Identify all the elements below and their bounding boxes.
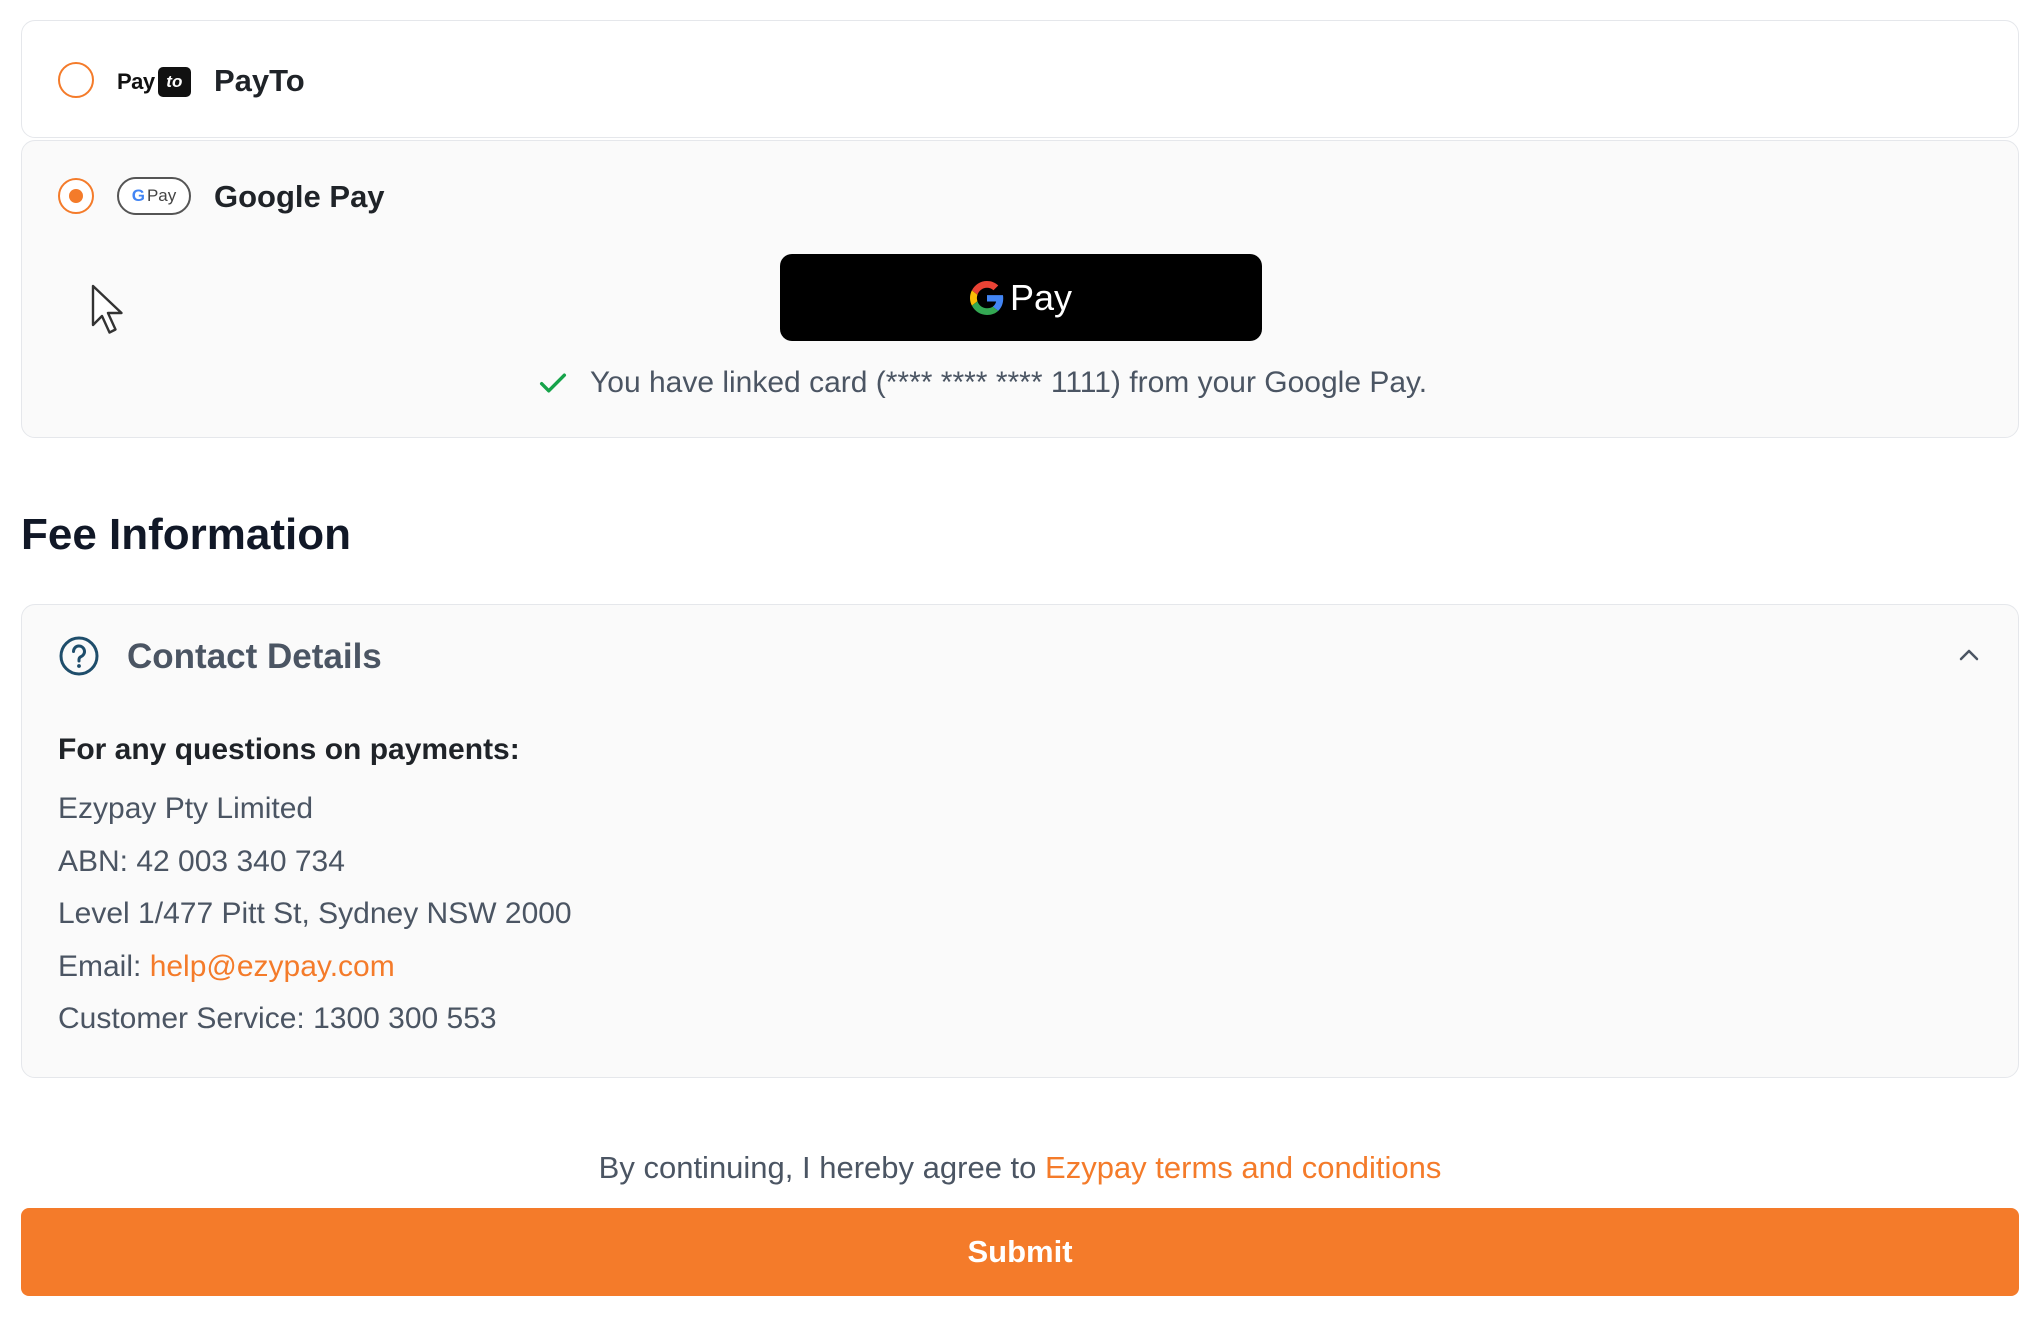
payto-logo-icon: Pay to (117, 65, 191, 99)
terms-link[interactable]: Ezypay terms and conditions (1045, 1150, 1441, 1185)
mouse-cursor-icon (91, 284, 123, 334)
company-address: Level 1/477 Pitt St, Sydney NSW 2000 (58, 897, 572, 930)
fee-information-title: Fee Information (21, 510, 352, 559)
google-pay-button[interactable]: Pay (780, 254, 1262, 341)
google-pay-logo-icon: G Pay (117, 177, 191, 215)
terms-agreement: By continuing, I hereby agree to Ezypay … (0, 1150, 2040, 1186)
contact-details-body: For any questions on payments: Ezypay Pt… (58, 733, 572, 1046)
abn-number: ABN: 42 003 340 734 (58, 844, 345, 878)
submit-button[interactable]: Submit (21, 1208, 2019, 1296)
contact-details-panel: Contact Details For any questions on pay… (21, 604, 2019, 1078)
email-link[interactable]: help@ezypay.com (150, 950, 395, 983)
google-g-icon (969, 280, 1004, 315)
radio-selected-dot (69, 189, 83, 203)
email-line: Email: help@ezypay.com (58, 941, 572, 994)
chevron-up-icon[interactable] (1956, 645, 1982, 665)
linked-card-text: You have linked card (**** **** **** 111… (590, 366, 1428, 399)
email-prefix: Email: (58, 949, 150, 983)
payto-label: PayTo (214, 63, 305, 98)
payto-radio[interactable] (58, 62, 94, 98)
customer-service-line: Customer Service: 1300 300 553 (58, 1002, 497, 1035)
payment-option-payto[interactable]: Pay to PayTo (21, 20, 2019, 138)
payment-option-google-pay[interactable]: G Pay Google Pay Pay You have linked card… (21, 140, 2019, 438)
help-circle-icon (59, 636, 99, 676)
linked-card-message: You have linked card (**** **** **** 111… (536, 363, 1427, 403)
google-pay-radio[interactable] (58, 178, 94, 214)
company-name: Ezypay Pty Limited (58, 792, 314, 825)
google-pay-button-label: Pay (1009, 276, 1073, 318)
payments-question-heading: For any questions on payments: (58, 733, 520, 766)
terms-prefix: By continuing, I hereby agree to (598, 1150, 1046, 1185)
contact-details-title: Contact Details (127, 637, 382, 676)
google-pay-label: Google Pay (214, 179, 385, 214)
check-icon (539, 373, 567, 393)
